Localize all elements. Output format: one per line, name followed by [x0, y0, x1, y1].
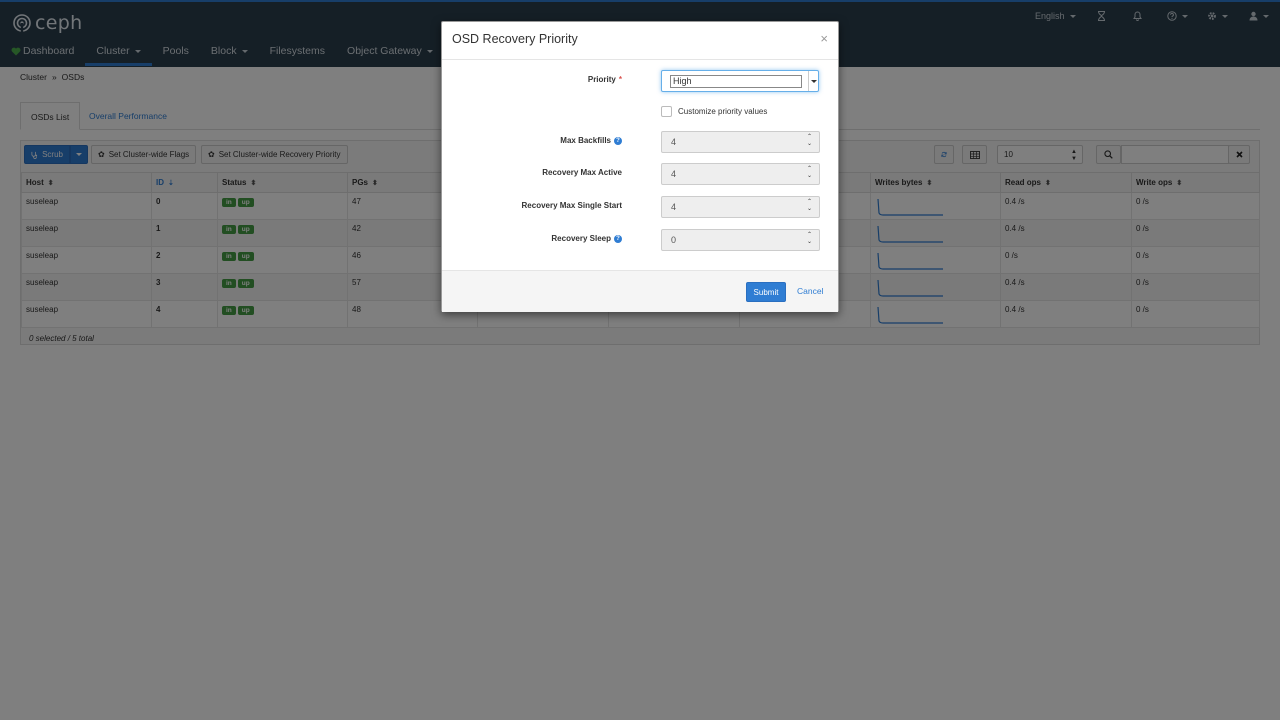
customize-priority-checkbox[interactable] — [661, 106, 672, 117]
max-backfills-input[interactable]: 4 ⌃ ⌄ — [661, 131, 820, 153]
recovery-priority-modal: OSD Recovery Priority × Priority * High … — [441, 21, 839, 312]
stepper-arrows-icon[interactable]: ⌃ ⌄ — [807, 134, 812, 148]
recovery-max-single-start-label: Recovery Max Single Start — [522, 201, 622, 210]
recovery-max-active-input[interactable]: 4 ⌃ ⌄ — [661, 163, 820, 185]
recovery-sleep-input[interactable]: 0 ⌃ ⌄ — [661, 229, 820, 251]
max-backfills-row: Max Backfills ? 4 ⌃ ⌄ — [442, 131, 840, 153]
priority-row: Priority * High — [442, 70, 840, 92]
modal-header: OSD Recovery Priority × — [442, 22, 838, 60]
question-circle-icon[interactable]: ? — [614, 234, 622, 243]
recovery-max-single-start-value: 4 — [671, 202, 677, 212]
stepper-arrows-icon[interactable]: ⌃ ⌄ — [807, 199, 812, 213]
recovery-sleep-row: Recovery Sleep ? 0 ⌃ ⌄ — [442, 229, 840, 251]
recovery-sleep-label: Recovery Sleep ? — [551, 234, 622, 243]
recovery-max-active-label: Recovery Max Active — [542, 168, 622, 177]
priority-label-text: Priority — [587, 75, 616, 84]
customize-priority-row: Customize priority values — [661, 106, 767, 117]
modal-title: OSD Recovery Priority — [452, 32, 578, 46]
recovery-max-single-start-row: Recovery Max Single Start 4 ⌃ ⌄ — [442, 196, 840, 218]
chevron-down-icon — [808, 71, 818, 91]
cancel-button[interactable]: Cancel — [797, 286, 823, 296]
caret-shape — [810, 79, 817, 83]
required-marker: * — [618, 75, 622, 84]
recovery-sleep-value: 0 — [671, 235, 677, 245]
question-circle-icon[interactable]: ? — [614, 136, 622, 145]
priority-select-value: High — [670, 75, 802, 88]
recovery-max-active-row: Recovery Max Active 4 ⌃ ⌄ — [442, 163, 840, 185]
recovery-max-single-start-input[interactable]: 4 ⌃ ⌄ — [661, 196, 820, 218]
priority-select[interactable]: High — [661, 70, 819, 92]
close-icon[interactable]: × — [820, 31, 828, 46]
max-backfills-value: 4 — [671, 137, 677, 147]
recovery-max-active-value: 4 — [671, 169, 677, 179]
modal-footer: Submit Cancel — [442, 270, 838, 312]
submit-button[interactable]: Submit — [746, 282, 786, 302]
priority-label: Priority * — [588, 75, 622, 84]
recovery-max-active-label-text: Recovery Max Active — [542, 168, 622, 177]
max-backfills-label-text: Max Backfills — [560, 136, 611, 145]
stepper-arrows-icon[interactable]: ⌃ ⌄ — [807, 232, 812, 246]
recovery-max-single-start-label-text: Recovery Max Single Start — [521, 201, 622, 210]
max-backfills-label: Max Backfills ? — [560, 136, 622, 145]
customize-priority-label[interactable]: Customize priority values — [678, 107, 767, 116]
stepper-arrows-icon[interactable]: ⌃ ⌄ — [807, 166, 812, 180]
recovery-sleep-label-text: Recovery Sleep — [551, 234, 611, 243]
